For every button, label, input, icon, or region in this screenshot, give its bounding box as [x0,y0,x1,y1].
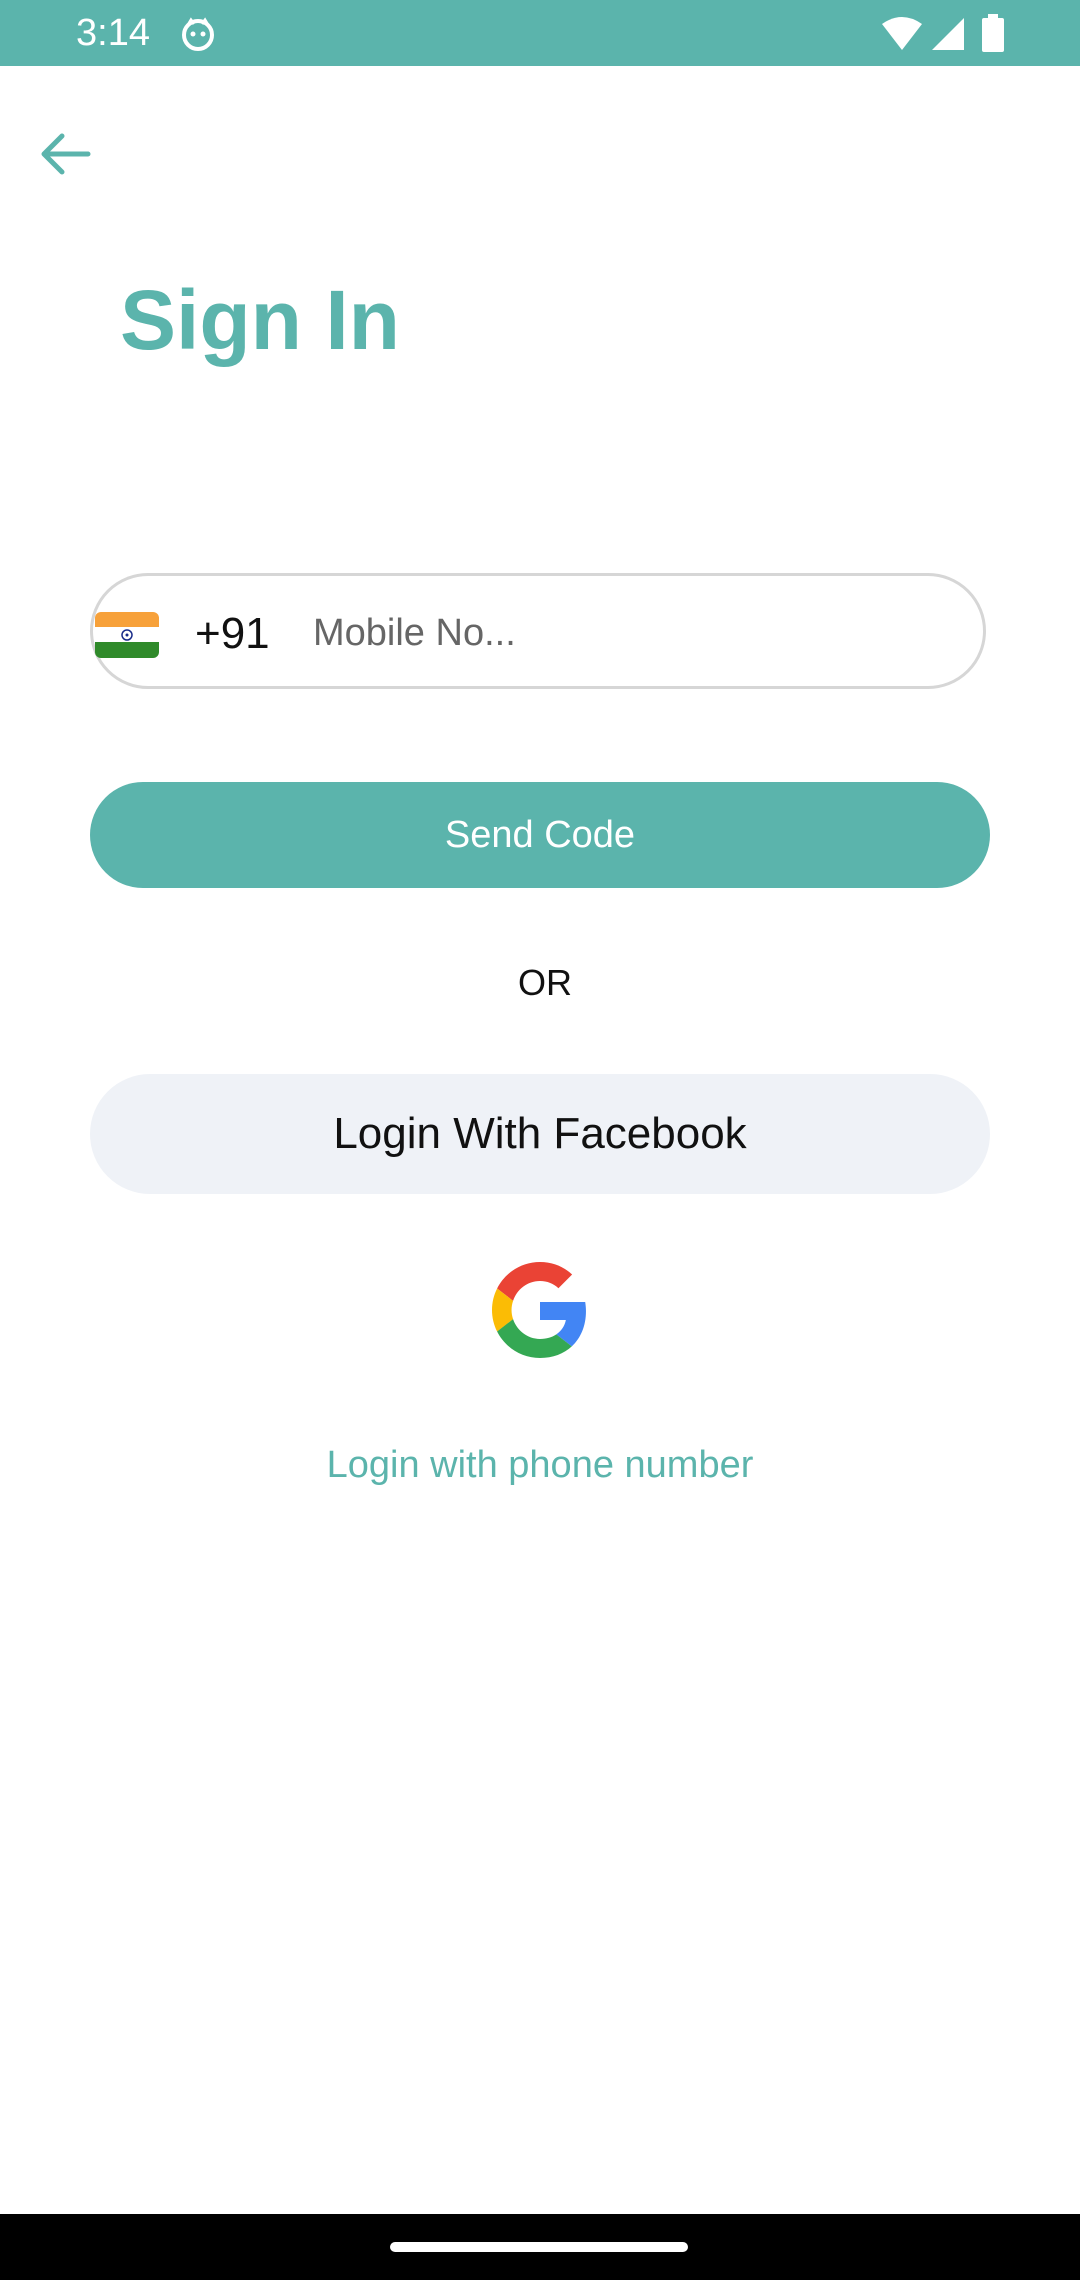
country-code[interactable]: +91 [195,609,270,659]
status-time: 3:14 [76,12,150,54]
sign-in-screen: 3:14 Sign In +91 Mobile No... Send Code … [0,0,1080,2280]
google-logo-icon [492,1262,586,1358]
cellular-signal-icon [932,18,964,50]
google-login-button[interactable] [492,1262,588,1358]
status-bar: 3:14 [0,0,1080,66]
login-with-phone-link[interactable]: Login with phone number [0,1440,1080,1490]
back-button[interactable] [30,120,100,190]
battery-icon [982,14,1004,52]
phone-number-field[interactable]: +91 [90,573,986,689]
or-divider: OR [518,962,572,1003]
home-indicator[interactable] [390,2242,688,2252]
page-title: Sign In [120,273,400,367]
cat-notification-icon [182,17,214,51]
send-code-button[interactable]: Send Code [90,782,990,888]
mobile-number-input[interactable] [313,600,953,666]
wifi-icon [882,17,922,50]
navigation-bar [0,2214,1080,2280]
login-with-facebook-button[interactable]: Login With Facebook [90,1074,990,1194]
india-flag-icon[interactable] [95,612,159,658]
arrow-left-icon [41,133,91,175]
